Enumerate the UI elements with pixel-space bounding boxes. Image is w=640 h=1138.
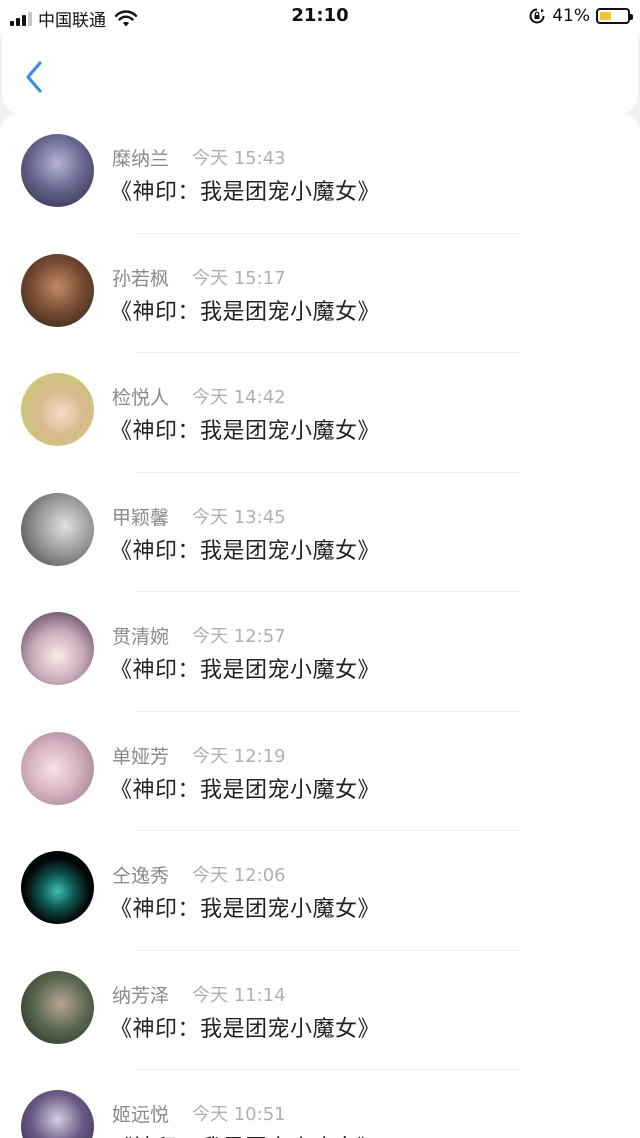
message-time: 今天 12:06 xyxy=(192,865,286,886)
avatar[interactable] xyxy=(21,492,94,566)
sender-name: 姬远悦 xyxy=(112,1104,170,1126)
message-text: 《神印：我是团宠小魔女》 xyxy=(110,777,381,803)
sender-name: 纳芳泽 xyxy=(112,984,170,1007)
message-time: 今天 15:17 xyxy=(192,267,286,289)
message-time: 今天 12:57 xyxy=(192,626,286,647)
chevron-left-icon xyxy=(26,61,42,93)
message-list: 糜纳兰 今天 15:43 《神印：我是团宠小魔女》 孙若枫 今天 15:17 《… xyxy=(0,114,640,1138)
sender-name: 糜纳兰 xyxy=(112,148,170,170)
battery-icon xyxy=(596,8,633,24)
message-row[interactable]: 姬远悦 今天 10:51 《神印：我是团宠小魔女》 xyxy=(0,1070,640,1138)
sender-name: 甲颖馨 xyxy=(112,506,170,529)
sender-name: 贯清婉 xyxy=(112,626,170,648)
sender-name: 仝逸秀 xyxy=(112,865,170,887)
status-right: 41% xyxy=(528,6,633,26)
message-row[interactable]: 孙若枫 今天 15:17 《神印：我是团宠小魔女》 xyxy=(0,234,640,353)
message-text: 《神印：我是团宠小魔女》 xyxy=(110,658,381,683)
message-row[interactable]: 纳芳泽 今天 11:14 《神印：我是团宠小魔女》 xyxy=(0,951,640,1070)
avatar[interactable] xyxy=(21,253,94,327)
message-row[interactable]: 贯清婉 今天 12:57 《神印：我是团宠小魔女》 xyxy=(0,592,640,712)
message-row[interactable]: 仝逸秀 今天 12:06 《神印：我是团宠小魔女》 xyxy=(0,831,640,951)
back-button[interactable] xyxy=(20,60,50,94)
message-text: 《神印：我是团宠小魔女》 xyxy=(110,1016,381,1042)
rotation-lock-icon xyxy=(529,8,545,24)
message-time: 今天 13:45 xyxy=(192,506,286,528)
message-row[interactable]: 单娅芳 今天 12:19 《神印：我是团宠小魔女》 xyxy=(0,712,640,831)
message-text: 《神印：我是团宠小魔女》 xyxy=(110,897,381,922)
message-time: 今天 10:51 xyxy=(192,1104,286,1125)
sender-name: 孙若枫 xyxy=(112,267,170,290)
avatar[interactable] xyxy=(21,970,94,1044)
avatar[interactable] xyxy=(21,134,94,207)
avatar[interactable] xyxy=(21,1090,94,1138)
sender-name: 单娅芳 xyxy=(112,745,170,768)
avatar[interactable] xyxy=(21,731,94,805)
message-text: 《神印：我是团宠小魔女》 xyxy=(110,419,381,444)
message-time: 今天 14:42 xyxy=(192,387,286,408)
message-row[interactable]: 甲颖馨 今天 13:45 《神印：我是团宠小魔女》 xyxy=(0,473,640,592)
message-time: 今天 12:19 xyxy=(192,745,286,767)
message-text: 《神印：我是团宠小魔女》 xyxy=(110,180,381,205)
message-text: 《神印：我是团宠小魔女》 xyxy=(110,299,381,325)
message-time: 今天 11:14 xyxy=(192,984,286,1006)
avatar[interactable] xyxy=(21,373,94,446)
message-text: 《神印：我是团宠小魔女》 xyxy=(110,1130,380,1138)
avatar[interactable] xyxy=(21,851,94,924)
message-row[interactable]: 糜纳兰 今天 15:43 《神印：我是团宠小魔女》 xyxy=(0,114,640,234)
avatar[interactable] xyxy=(21,612,94,685)
navigation-bar xyxy=(2,34,638,114)
sender-name: 检悦人 xyxy=(112,387,170,409)
message-text: 《神印：我是团宠小魔女》 xyxy=(110,538,381,564)
message-row[interactable]: 检悦人 今天 14:42 《神印：我是团宠小魔女》 xyxy=(0,353,640,473)
status-bar: 中国联通 21:10 41% xyxy=(0,0,640,34)
message-time: 今天 15:43 xyxy=(192,148,286,169)
battery-percent: 41% xyxy=(552,6,590,26)
